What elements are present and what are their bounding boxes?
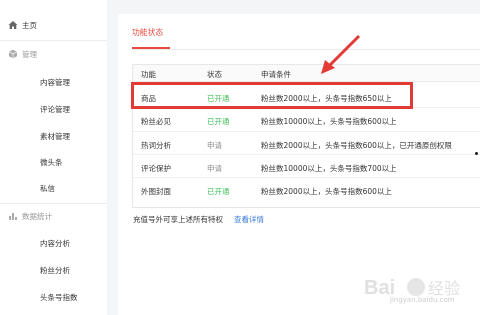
view-details-link[interactable]: 查看详情 xyxy=(234,214,264,225)
sidebar-item-content[interactable]: 内容管理 xyxy=(0,72,107,92)
sidebar-item-label: 主页 xyxy=(22,20,37,30)
table-row: 商品 已开通 粉丝数2000以上，头条号指数650以上 xyxy=(133,86,480,108)
function-table: 功能 状态 申请条件 商品 已开通 粉丝数2000以上，头条号指数650以上 粉… xyxy=(132,64,480,208)
row-function: 热词分析 xyxy=(141,141,171,150)
sidebar-group-label: 数据统计 xyxy=(22,211,52,221)
sidebar-group-stats: 数据统计 xyxy=(0,206,107,226)
home-icon xyxy=(8,21,18,29)
row-status-apply-link[interactable]: 申请 xyxy=(207,140,222,151)
sidebar-item-label: 素材管理 xyxy=(40,131,70,141)
header-status: 状态 xyxy=(207,70,222,79)
sidebar-item-weitoutiao[interactable]: 微头条 xyxy=(0,152,107,172)
divider xyxy=(0,40,107,41)
sidebar-item-label: 内容管理 xyxy=(40,77,70,87)
watermark-url: jingyan.baidu.com xyxy=(390,296,455,304)
row-conditions: 粉丝数2000以上，头条号指数650以上 xyxy=(261,94,392,103)
sidebar-group-label: 管理 xyxy=(22,49,37,59)
footer-privilege-text: 充值号外可享上述所有特权 xyxy=(133,215,223,224)
sidebar-item-label: 私信 xyxy=(40,183,55,193)
cursor-dot xyxy=(475,152,478,155)
table-header: 功能 状态 申请条件 xyxy=(133,65,480,82)
sidebar-item-label: 粉丝分析 xyxy=(40,265,70,275)
sidebar-item-label: 内容分析 xyxy=(40,238,70,248)
cube-icon xyxy=(8,49,18,59)
sidebar-item-label: 评论管理 xyxy=(40,104,70,114)
row-status-apply-link[interactable]: 申请 xyxy=(207,163,222,174)
tab-divider xyxy=(132,49,480,50)
table-row: 粉丝必见 已开通 粉丝数10000以上，头条号指数600以上 xyxy=(133,110,480,132)
sidebar-item-home[interactable]: 主页 xyxy=(0,14,107,36)
row-status: 已开通 xyxy=(207,117,230,126)
bar-chart-icon xyxy=(9,213,17,220)
divider xyxy=(0,203,107,204)
sidebar-item-label: 头条号指数 xyxy=(40,292,78,302)
row-function: 外图封面 xyxy=(141,187,171,196)
row-conditions: 粉丝数2000以上，头条号指数600以上，已开通原创权限 xyxy=(261,141,452,150)
row-status: 已开通 xyxy=(207,94,230,103)
table-row: 热词分析 申请 粉丝数2000以上，头条号指数600以上，已开通原创权限 xyxy=(133,133,480,155)
header-conditions: 申请条件 xyxy=(261,70,291,79)
annotation-arrow-icon xyxy=(321,34,361,74)
sidebar-item-content-analysis[interactable]: 内容分析 xyxy=(0,233,107,253)
sidebar: 主页 管理 内容管理 评论管理 素材管理 微头条 私信 数据统计 内容分析 粉丝… xyxy=(0,0,107,315)
sidebar-item-label: 微头条 xyxy=(40,157,63,167)
sidebar-item-index[interactable]: 头条号指数 xyxy=(0,287,107,307)
sidebar-item-messages[interactable]: 私信 xyxy=(0,178,107,198)
row-conditions: 粉丝数10000以上，头条号指数600以上 xyxy=(261,117,397,126)
sidebar-item-fans-analysis[interactable]: 粉丝分析 xyxy=(0,260,107,280)
row-function: 评论保护 xyxy=(141,164,171,173)
table-row: 评论保护 申请 粉丝数10000以上，头条号指数700以上 xyxy=(133,156,480,178)
header-function: 功能 xyxy=(141,70,156,79)
sidebar-item-comments[interactable]: 评论管理 xyxy=(0,99,107,119)
row-status: 已开通 xyxy=(207,187,230,196)
row-function: 商品 xyxy=(141,94,156,103)
row-conditions: 粉丝数2000以上，头条号指数600以上 xyxy=(261,187,392,196)
row-function: 粉丝必见 xyxy=(141,117,171,126)
row-conditions: 粉丝数10000以上，头条号指数700以上 xyxy=(261,164,397,173)
tab-function-status[interactable]: 功能状态 xyxy=(132,27,163,47)
table-row: 外图封面 已开通 粉丝数2000以上，头条号指数600以上 xyxy=(133,179,480,201)
sidebar-group-manage: 管理 xyxy=(0,44,107,64)
sidebar-item-materials[interactable]: 素材管理 xyxy=(0,126,107,146)
